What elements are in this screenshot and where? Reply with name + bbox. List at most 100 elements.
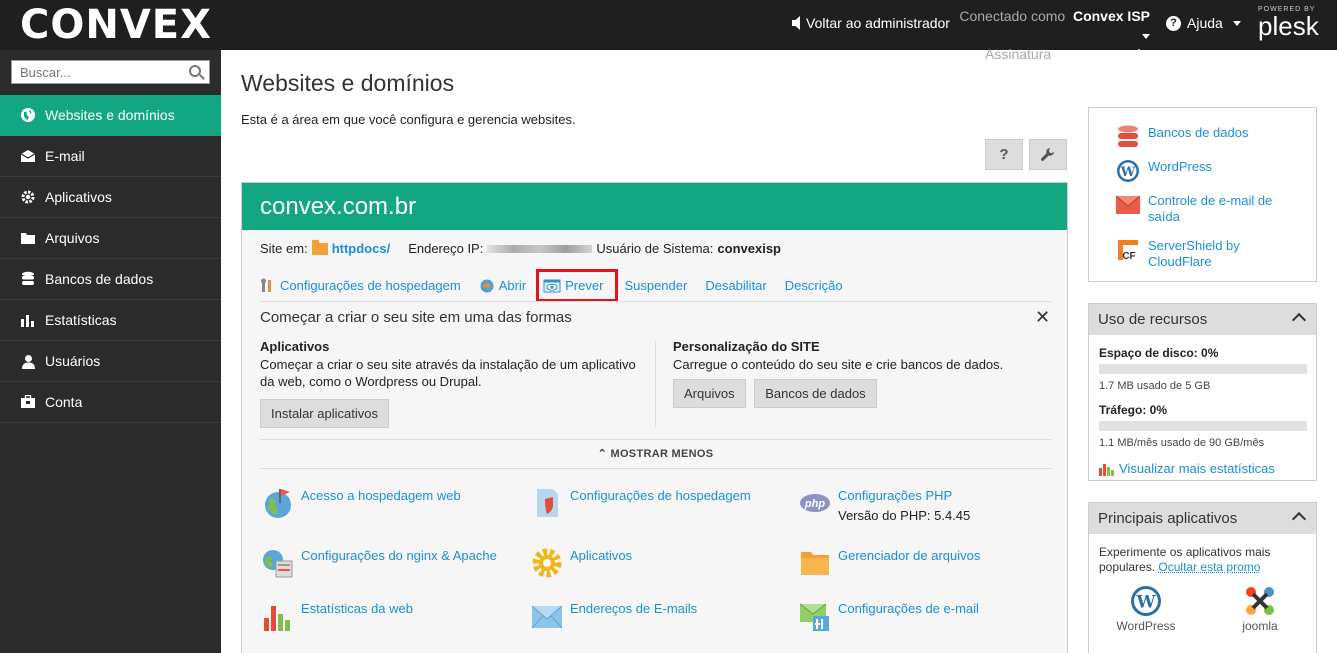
file-manager-tool[interactable]: Gerenciador de arquivos	[799, 547, 980, 579]
connected-label: Conectado como	[959, 8, 1065, 24]
connected-user-menu[interactable]: Convex ISP	[1073, 8, 1150, 24]
tools-icon	[260, 278, 276, 294]
quick-link-label: ServerShield by CloudFlare	[1148, 238, 1288, 270]
app-wordpress[interactable]: W WordPress	[1106, 585, 1186, 633]
sidebar-item-users[interactable]: Usuários	[0, 341, 221, 382]
disk-usage-detail: 1.7 MB usado de 5 GB	[1099, 380, 1210, 392]
preview-link[interactable]: Prever	[536, 269, 618, 302]
divider	[260, 468, 1051, 469]
quick-link-wordpress[interactable]: W WordPress	[1116, 159, 1288, 183]
envelope-icon	[1116, 193, 1140, 217]
gear-icon	[20, 189, 36, 205]
system-user-label: Usuário de Sistema:	[596, 241, 713, 256]
ip-label: Endereço IP:	[408, 241, 483, 256]
arrow-left-icon	[792, 16, 800, 30]
search-input[interactable]	[12, 61, 182, 83]
web-statistics-tool[interactable]: Estatísticas da web	[262, 600, 413, 632]
install-apps-button[interactable]: Instalar aplicativos	[260, 399, 389, 428]
globe-icon	[20, 107, 36, 123]
globe-flag-icon	[262, 487, 294, 519]
plesk-text: plesk	[1258, 11, 1319, 41]
show-less-toggle[interactable]: ⌃ MOSTRAR MENOS	[242, 447, 1069, 460]
site-label: Site em:	[260, 241, 308, 256]
suspend-link[interactable]: Suspender	[624, 278, 687, 293]
sidebar-item-files[interactable]: Arquivos	[0, 218, 221, 259]
divider	[260, 439, 1051, 440]
gear-icon	[531, 547, 563, 579]
site-column: Personalização do SITE Carregue o conteú…	[673, 339, 1058, 408]
convex-logo[interactable]: CONVEX	[20, 5, 212, 45]
sidebar-item-statistics[interactable]: Estatísticas	[0, 300, 221, 341]
domain-info: Site em: httpdocs/ Endereço IP: Usuário …	[260, 241, 781, 256]
sidebar-nav: Websites e domínios E-mail Aplicativos A…	[0, 95, 221, 423]
more-statistics-link[interactable]: Visualizar mais estatísticas	[1099, 461, 1275, 476]
folder-icon	[20, 230, 36, 246]
svg-text:W: W	[1135, 593, 1156, 613]
sidebar-item-databases[interactable]: Bancos de dados	[0, 259, 221, 300]
email-settings-tool[interactable]: Configurações de e-mail	[799, 600, 979, 632]
sidebar-item-apps[interactable]: Aplicativos	[0, 177, 221, 218]
back-to-admin-label: Voltar ao administrador	[806, 15, 950, 31]
folder-icon	[799, 547, 831, 579]
quick-link-databases[interactable]: Bancos de dados	[1116, 125, 1288, 149]
bar-chart-icon	[20, 312, 36, 328]
resource-usage-header[interactable]: Uso de recursos	[1089, 304, 1316, 335]
files-button[interactable]: Arquivos	[673, 379, 746, 408]
help-label: Ajuda	[1187, 15, 1223, 31]
app-joomla[interactable]: joomla	[1220, 585, 1300, 633]
svg-text:W: W	[1120, 165, 1136, 180]
site-text: Carregue o conteúdo do seu site e crie b…	[673, 356, 1058, 373]
quick-link-servershield[interactable]: CF ServerShield by CloudFlare	[1116, 238, 1288, 270]
apps-text: Começar a criar o seu site através da in…	[260, 356, 645, 390]
help-menu[interactable]: ? Ajuda	[1166, 15, 1241, 31]
web-hosting-access-tool[interactable]: Acesso a hospedagem web	[262, 487, 461, 519]
chevron-down-icon	[1233, 21, 1241, 26]
hide-promo-link[interactable]: Ocultar esta promo	[1158, 560, 1260, 574]
php-icon: php	[799, 487, 831, 519]
traffic-usage-bar	[1099, 421, 1307, 431]
databases-button[interactable]: Bancos de dados	[754, 379, 876, 408]
close-icon[interactable]: ✕	[1035, 309, 1050, 325]
action-label: Prever	[565, 278, 603, 293]
more-statistics-label: Visualizar mais estatísticas	[1119, 461, 1275, 476]
tools-button[interactable]	[1029, 139, 1067, 170]
wordpress-icon: W	[1130, 585, 1162, 617]
top-apps-header[interactable]: Principais aplicativos	[1089, 503, 1316, 534]
sidebar-item-label: Websites e domínios	[45, 107, 175, 123]
search-icon[interactable]	[189, 65, 201, 77]
hosting-settings-link[interactable]: Configurações de hospedagem	[260, 278, 461, 294]
system-user-value: convexisp	[717, 241, 781, 256]
globe-arrow-icon	[479, 278, 495, 294]
sidebar-item-label: Conta	[45, 394, 82, 410]
sidebar-item-label: Aplicativos	[45, 189, 112, 205]
tool-label: Estatísticas da web	[301, 600, 413, 617]
sidebar-item-websites[interactable]: Websites e domínios	[0, 95, 221, 136]
applications-tool[interactable]: Aplicativos	[531, 547, 632, 579]
resource-usage-panel: Uso de recursos Espaço de disco: 0% 1.7 …	[1088, 303, 1317, 481]
open-link[interactable]: Abrir	[479, 278, 526, 294]
php-version-text: Versão do PHP: 5.4.45	[838, 508, 970, 523]
disable-link[interactable]: Desabilitar	[705, 278, 766, 293]
cloudflare-icon: CF	[1116, 238, 1140, 262]
divider	[260, 301, 1051, 302]
sidebar-item-email[interactable]: E-mail	[0, 136, 221, 177]
hosting-settings-tool[interactable]: Configurações de hospedagem	[531, 487, 751, 519]
disk-usage-bar	[1099, 364, 1307, 374]
email-addresses-tool[interactable]: Endereços de E-mails	[531, 600, 697, 632]
httpdocs-link[interactable]: httpdocs/	[332, 241, 391, 256]
resource-usage-title: Uso de recursos	[1098, 311, 1207, 328]
briefcase-icon	[20, 394, 36, 410]
php-settings-tool[interactable]: php Configurações PHP Versão do PHP: 5.4…	[799, 487, 970, 523]
svg-text:CF: CF	[1122, 251, 1135, 262]
help-button[interactable]: ?	[985, 139, 1023, 170]
quick-link-outgoing-email[interactable]: Controle de e-mail de saída	[1116, 193, 1288, 225]
chevron-up-icon: ⌃	[598, 448, 611, 460]
description-link[interactable]: Descrição	[785, 278, 843, 293]
app-label: joomla	[1242, 619, 1277, 633]
nginx-apache-settings-tool[interactable]: Configurações do nginx & Apache	[262, 547, 497, 579]
domain-actions: Configurações de hospedagem Abrir Prever…	[260, 269, 861, 302]
chevron-down-icon[interactable]	[1142, 34, 1150, 39]
back-to-admin-link[interactable]: Voltar ao administrador	[792, 15, 950, 31]
email-settings-icon	[799, 600, 831, 632]
sidebar-item-account[interactable]: Conta	[0, 382, 221, 423]
